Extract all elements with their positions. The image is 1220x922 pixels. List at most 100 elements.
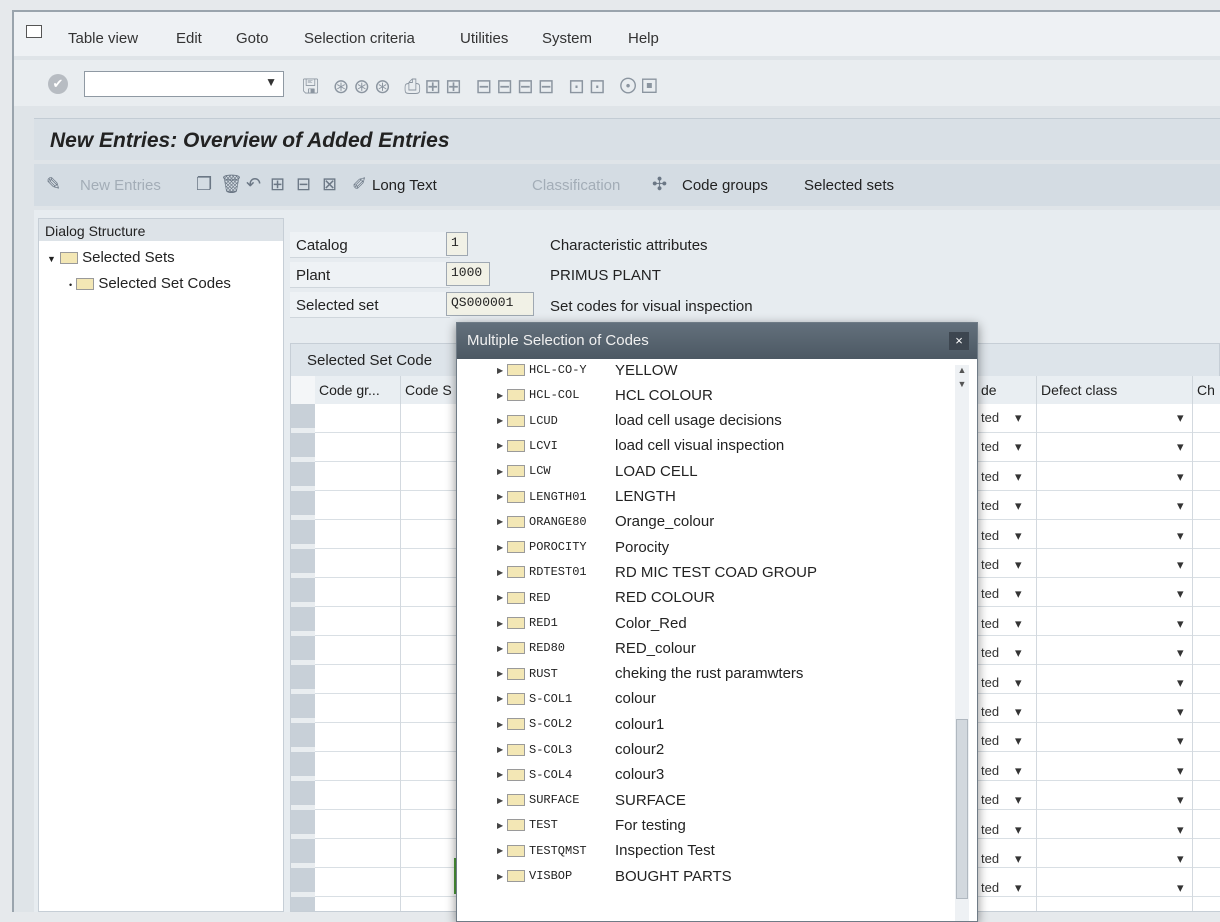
valuation-cell[interactable]: ted [981,880,999,895]
catalog-field[interactable]: 1 [446,232,468,256]
menu-help[interactable]: Help [628,30,659,47]
chevron-down-icon[interactable]: ▾ [1177,469,1184,485]
command-field[interactable]: ▼ [84,71,284,97]
code-group-row[interactable]: ▶ S-COL2 colour1 [497,715,664,739]
code-group-row[interactable]: ▶ LCVI load cell visual inspection [497,437,784,461]
code-group-row[interactable]: ▶ LCUD load cell usage decisions [497,412,782,436]
display-change-icon[interactable]: ✎ [46,174,61,195]
chevron-down-icon[interactable]: ▾ [1177,586,1184,602]
close-icon[interactable]: × [949,332,969,350]
popup-scrollbar[interactable]: ▲ ▼ [955,365,969,921]
expand-icon[interactable]: ▶ [497,593,507,602]
expand-icon[interactable]: ▶ [497,694,507,703]
chevron-down-icon[interactable]: ▾ [1177,616,1184,632]
expand-icon[interactable]: ▶ [497,770,507,779]
valuation-cell[interactable]: ted [981,410,999,425]
expand-icon[interactable]: ▶ [497,745,507,754]
col-code-valuation[interactable]: de [977,376,1037,404]
copy-icon[interactable]: ❐ [196,174,212,195]
chevron-down-icon[interactable]: ▾ [1177,763,1184,779]
code-group-row[interactable]: ▶ RED RED COLOUR [497,589,715,613]
grid-col-ch[interactable] [1193,404,1220,911]
expand-icon[interactable]: ▶ [497,467,507,476]
chevron-down-icon[interactable]: ▾ [1015,645,1022,661]
system-menu-icon[interactable] [26,25,42,38]
valuation-cell[interactable]: ted [981,733,999,748]
chevron-down-icon[interactable]: ▾ [1177,557,1184,573]
selected-set-field[interactable]: QS000001 [446,292,534,316]
chevron-down-icon[interactable]: ▾ [1015,439,1022,455]
chevron-down-icon[interactable]: ▾ [1177,498,1184,514]
chevron-down-icon[interactable]: ▾ [1177,675,1184,691]
valuation-cell[interactable]: ted [981,469,999,484]
menu-edit[interactable]: Edit [176,30,202,47]
plant-field[interactable]: 1000 [446,262,490,286]
chevron-down-icon[interactable]: ▾ [1177,792,1184,808]
valuation-cell[interactable]: ted [981,498,999,513]
expand-icon[interactable]: ▶ [497,846,507,855]
code-groups-icon[interactable]: ✣ [652,174,667,195]
undo-icon[interactable]: ↶ [246,174,261,195]
chevron-down-icon[interactable]: ▾ [1015,792,1022,808]
tree-item-selected-sets[interactable]: ▼ Selected Sets [47,249,175,266]
expand-icon[interactable]: ▶ [497,568,507,577]
valuation-cell[interactable]: ted [981,792,999,807]
grid-col-defect-class[interactable] [1037,404,1193,911]
expand-icon[interactable]: ▶ [497,644,507,653]
expand-icon[interactable]: ▶ [497,517,507,526]
classification-button[interactable]: Classification [532,177,620,194]
scroll-down-icon[interactable]: ▼ [955,379,969,393]
chevron-down-icon[interactable]: ▾ [1015,763,1022,779]
code-group-row[interactable]: ▶ S-COL4 colour3 [497,766,664,790]
chevron-down-icon[interactable]: ▾ [1177,704,1184,720]
chevron-down-icon[interactable]: ▾ [1177,880,1184,896]
selected-sets-button[interactable]: Selected sets [804,177,894,194]
chevron-down-icon[interactable]: ▾ [1177,645,1184,661]
select-all-icon[interactable]: ⊞ [270,174,285,195]
code-group-row[interactable]: ▶ LENGTH01 LENGTH [497,488,676,512]
chevron-down-icon[interactable]: ▾ [1015,880,1022,896]
code-group-row[interactable]: ▶ RDTEST01 RD MIC TEST COAD GROUP [497,563,817,587]
code-group-row[interactable]: ▶ HCL-CO-Y YELLOW [497,361,678,385]
expand-icon[interactable]: ▶ [497,391,507,400]
chevron-down-icon[interactable]: ▾ [1015,733,1022,749]
chevron-down-icon[interactable]: ▾ [1015,616,1022,632]
expand-icon[interactable]: ▶ [497,543,507,552]
deselect-all-icon[interactable]: ⊠ [322,174,337,195]
expand-icon[interactable]: ▶ [497,669,507,678]
chevron-down-icon[interactable]: ▼ [265,75,277,89]
menu-utilities[interactable]: Utilities [460,30,508,47]
chevron-down-icon[interactable]: ▾ [1015,851,1022,867]
chevron-down-icon[interactable]: ▾ [1015,704,1022,720]
valuation-cell[interactable]: ted [981,616,999,631]
code-group-row[interactable]: ▶ TESTQMST Inspection Test [497,842,715,866]
grid-col-code-group[interactable] [315,404,401,911]
menu-goto[interactable]: Goto [236,30,269,47]
code-group-row[interactable]: ▶ POROCITY Porocity [497,538,669,562]
expand-icon[interactable]: ▶ [497,872,507,881]
expand-icon[interactable]: ▶ [497,441,507,450]
delete-icon[interactable]: 🗑 [220,174,243,195]
valuation-cell[interactable]: ted [981,645,999,660]
code-group-row[interactable]: ▶ ORANGE80 Orange_colour [497,513,714,537]
scroll-thumb[interactable] [956,719,968,899]
expand-icon[interactable]: ▶ [497,619,507,628]
long-text-icon[interactable]: ✐ [352,174,367,195]
valuation-cell[interactable]: ted [981,439,999,454]
chevron-down-icon[interactable]: ▾ [1015,557,1022,573]
code-group-row[interactable]: ▶ VISBOP BOUGHT PARTS [497,867,732,891]
expand-icon[interactable]: ▶ [497,720,507,729]
chevron-down-icon[interactable]: ▾ [1177,733,1184,749]
expand-icon[interactable]: ▶ [497,492,507,501]
chevron-down-icon[interactable]: ▾ [1177,851,1184,867]
code-group-row[interactable]: ▶ LCW LOAD CELL [497,462,698,486]
valuation-cell[interactable]: ted [981,822,999,837]
code-group-row[interactable]: ▶ TEST For testing [497,816,686,840]
valuation-cell[interactable]: ted [981,704,999,719]
code-groups-button[interactable]: Code groups [682,177,768,194]
long-text-button[interactable]: Long Text [372,177,437,194]
chevron-down-icon[interactable]: ▾ [1177,439,1184,455]
chevron-down-icon[interactable]: ▾ [1015,586,1022,602]
valuation-cell[interactable]: ted [981,528,999,543]
tree-item-selected-set-codes[interactable]: • Selected Set Codes [69,275,231,292]
